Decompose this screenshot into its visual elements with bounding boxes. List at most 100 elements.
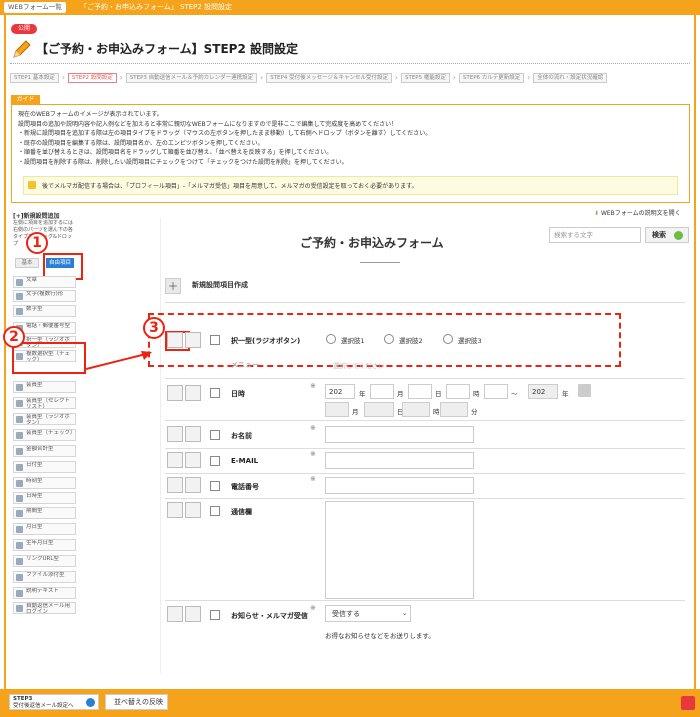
delete-checkbox[interactable] (210, 388, 220, 398)
copy-icon[interactable] (185, 332, 201, 348)
copy-icon[interactable] (185, 606, 201, 622)
sidebar-item[interactable]: 会員型（ラジオボタン） (13, 413, 76, 425)
step-tab[interactable]: STEP3 自動送信メール＆予約カレンダー連携設定 (125, 73, 264, 83)
new-question-label[interactable]: 新規設問項目作成 (192, 280, 248, 290)
radio-label: 選択肢3 (458, 337, 482, 345)
day-input[interactable] (408, 384, 432, 399)
tab-basic[interactable]: 基本 (15, 258, 39, 268)
pencil-icon (13, 40, 31, 58)
sidebar-item[interactable]: 時刻型 (13, 477, 76, 489)
minute-input[interactable] (440, 402, 468, 417)
edit-pencil-icon[interactable] (167, 477, 183, 493)
delete-checkbox[interactable] (210, 430, 220, 440)
item-type-icon (16, 526, 23, 533)
delete-checkbox[interactable] (210, 610, 220, 620)
sidebar-item-label: 電話・郵便番号型 (26, 323, 71, 329)
month-input[interactable] (370, 384, 394, 399)
sidebar-item-label: 自動返信メール用ログイン (26, 603, 71, 614)
question-label[interactable]: お名前 (231, 431, 252, 441)
required-mark: ※ (310, 382, 316, 390)
step-tab[interactable]: STEP1 基本設定 (10, 73, 65, 83)
sidebar-item[interactable]: 説明テキスト (13, 587, 76, 599)
hour-input[interactable] (402, 402, 430, 417)
edit-pencil-icon[interactable] (167, 452, 183, 468)
item-type-icon (16, 558, 23, 565)
delete-checkbox[interactable] (210, 456, 220, 466)
message-textarea[interactable] (325, 501, 474, 599)
sidebar-item[interactable]: 日付型 (13, 461, 76, 473)
year-input[interactable]: 202 (528, 384, 558, 399)
step-tab-active[interactable]: STEP2 設問設定 (67, 73, 123, 83)
sidebar-item[interactable]: 生年月日型 (13, 539, 76, 551)
delete-checkbox[interactable] (210, 506, 220, 516)
delete-checkbox[interactable] (210, 481, 220, 491)
trash-icon[interactable] (681, 696, 695, 710)
email-input[interactable] (325, 452, 474, 469)
chevron-down-icon: ⌄ (402, 609, 408, 617)
sidebar-item[interactable]: 文字(複数行)形 (13, 290, 76, 302)
search-input[interactable]: 検索する文字 (549, 227, 641, 243)
sidebar-item-label: 生年月日型 (26, 540, 54, 546)
question-label[interactable]: 通信欄 (231, 507, 252, 517)
sidebar-item[interactable]: 会員型（チェック） (13, 429, 76, 441)
breadcrumb-form-list[interactable]: WEBフォーム一覧 (4, 2, 66, 13)
copy-icon[interactable] (185, 477, 201, 493)
item-type-icon (16, 495, 23, 502)
name-input[interactable] (325, 426, 474, 443)
year-input[interactable]: 202 (325, 384, 355, 399)
edit-pencil-icon[interactable] (167, 385, 183, 401)
step-tab[interactable]: STEP4 受付後メッセージ＆キャンセル受付設定 (266, 73, 398, 83)
sidebar-item[interactable]: 日時型 (13, 492, 76, 504)
hour-input[interactable] (446, 384, 470, 399)
question-label[interactable]: お知らせ・メルマガ受信 (231, 611, 311, 622)
sidebar-item-label: 時刻型 (26, 478, 43, 484)
question-label[interactable]: E-MAIL (231, 457, 258, 465)
sidebar-item-label: 会員型（ラジオボタン） (26, 414, 70, 425)
sidebar-item[interactable]: 文章 (13, 276, 76, 288)
select-placeholder: 選択してください (333, 362, 385, 370)
step-tab[interactable]: STEP5 権能設定 (400, 73, 456, 83)
delete-checkbox[interactable] (210, 335, 220, 345)
phone-input[interactable] (325, 477, 474, 494)
guide-line: 現在のWEBフォームのイメージが表示されています。 (18, 111, 163, 118)
day-input[interactable] (364, 402, 394, 417)
sidebar-item[interactable]: ファイル添付型 (13, 571, 76, 583)
mailmag-note: お得なお知らせなどをお送りします。 (325, 632, 435, 640)
copy-icon[interactable] (185, 502, 201, 518)
calendar-icon[interactable] (578, 384, 591, 397)
apply-order-button[interactable]: 並べ替えの反映 (105, 694, 168, 710)
add-question-button[interactable]: + (165, 278, 181, 294)
step-tab[interactable]: STEP6 カルテ更新設定 (458, 73, 531, 83)
question-label[interactable]: メニュー (231, 360, 259, 370)
sidebar-item[interactable]: 数字型 (13, 305, 76, 317)
radio-option[interactable] (384, 334, 394, 344)
question-label[interactable]: 電話番号 (231, 482, 259, 492)
sidebar-item[interactable]: 期間型 (13, 507, 76, 519)
edit-pencil-icon[interactable] (167, 426, 183, 442)
question-label[interactable]: 日時 (231, 389, 245, 399)
question-label[interactable]: 択一型(ラジオボタン) (231, 336, 300, 346)
step-tab[interactable]: 全体の流れ・設定状況確認 (533, 73, 608, 83)
sidebar-item-label: 文章 (26, 277, 38, 283)
copy-icon[interactable] (185, 452, 201, 468)
sidebar-item-label: 会員型（セレクトリスト） (26, 398, 71, 409)
mailmag-select[interactable]: 受信する (325, 605, 411, 622)
radio-option[interactable] (443, 334, 453, 344)
sidebar-item-label: 会員型 (26, 382, 43, 388)
minute-input[interactable] (484, 384, 508, 399)
sidebar-item[interactable]: 月日型 (13, 523, 76, 535)
copy-icon[interactable] (185, 426, 201, 442)
arrow-right-icon (86, 698, 95, 707)
edit-pencil-icon[interactable] (167, 606, 183, 622)
sidebar-item-label: 期間型 (26, 508, 43, 514)
sidebar-item[interactable]: 会員型 (13, 381, 76, 393)
copy-icon[interactable] (185, 385, 201, 401)
edit-pencil-icon[interactable] (167, 502, 183, 518)
sidebar-item[interactable]: 自動返信メール用ログイン (13, 602, 76, 614)
sidebar-item[interactable]: リンクURL型 (13, 555, 76, 567)
month-input[interactable] (325, 402, 349, 417)
sidebar-item[interactable]: 金額合計型 (13, 445, 76, 457)
radio-option[interactable] (326, 334, 336, 344)
edit-pencil-icon[interactable] (167, 332, 183, 348)
sidebar-item[interactable]: 会員型（セレクトリスト） (13, 397, 76, 409)
